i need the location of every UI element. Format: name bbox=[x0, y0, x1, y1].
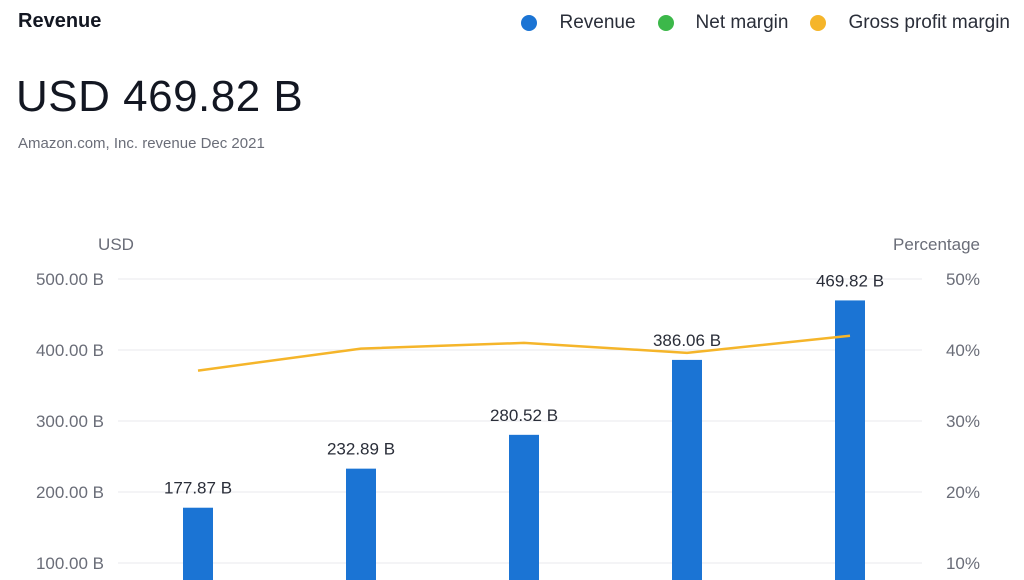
left-tick-label: 300.00 B bbox=[36, 412, 104, 431]
revenue-data-label: 386.06 B bbox=[653, 331, 721, 350]
revenue-bar bbox=[183, 507, 213, 580]
revenue-bar bbox=[672, 359, 702, 580]
revenue-bar bbox=[346, 468, 376, 580]
right-tick-label: 20% bbox=[946, 483, 980, 502]
left-tick-label: 200.00 B bbox=[36, 483, 104, 502]
left-tick-label: 100.00 B bbox=[36, 554, 104, 573]
revenue-data-label: 232.89 B bbox=[327, 440, 395, 459]
left-tick-label: 400.00 B bbox=[36, 341, 104, 360]
right-tick-label: 10% bbox=[946, 554, 980, 573]
right-tick-label: 50% bbox=[946, 270, 980, 289]
right-tick-label: 40% bbox=[946, 341, 980, 360]
revenue-data-label: 469.82 B bbox=[816, 271, 884, 290]
left-tick-label: 500.00 B bbox=[36, 270, 104, 289]
gross-profit-margin-line bbox=[197, 334, 851, 372]
revenue-bar bbox=[835, 300, 865, 580]
left-axis-title: USD bbox=[98, 235, 134, 254]
right-tick-label: 30% bbox=[946, 412, 980, 431]
right-axis-title: Percentage bbox=[893, 235, 980, 254]
revenue-data-label: 280.52 B bbox=[490, 406, 558, 425]
revenue-bar bbox=[509, 434, 539, 580]
revenue-chart: USD Percentage 500.00 B 50% 400.00 B 40% 300… bbox=[36, 235, 980, 580]
revenue-data-label: 177.87 B bbox=[164, 479, 232, 498]
